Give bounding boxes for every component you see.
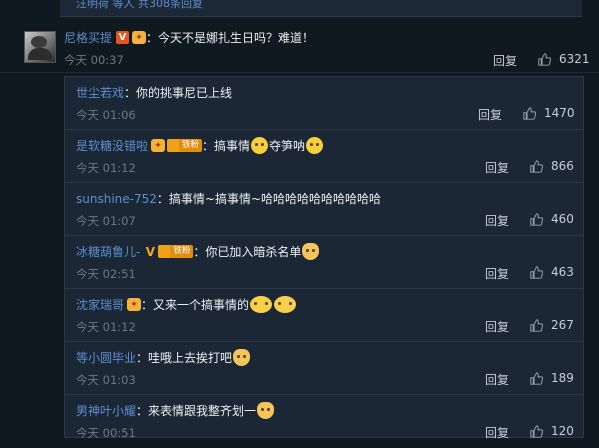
list-item: 是软糖没错啦 ✦ 铁粉 ：搞事情 夺笋呐 今天 01:12 回复 866 [65, 130, 583, 183]
reply-time: 今天 00:51 [76, 426, 136, 440]
verified-v-icon: V [145, 244, 155, 259]
medal-badge-icon: ✦ [127, 298, 142, 311]
cat-emoji-icon [257, 402, 275, 419]
previous-reply-summary: 汪明荷 等人 共308条回复 [60, 0, 582, 17]
like-count: 189 [551, 371, 574, 385]
thumbs-up-icon [530, 265, 543, 279]
cat-emoji-icon [302, 243, 320, 260]
list-item: 等小圆毕业 ：哇哦上去挨打吧 今天 01:03 回复 189 [65, 342, 583, 395]
reply-button[interactable]: 回复 [485, 159, 509, 176]
comment-time: 今天 00:37 [64, 53, 124, 67]
reply-username[interactable]: 是软糖没错啦 [76, 137, 148, 154]
like-button[interactable]: 1470 [523, 106, 575, 120]
like-button[interactable]: 6321 [538, 52, 590, 66]
thumbs-up-icon [530, 318, 543, 332]
like-count: 460 [551, 212, 574, 226]
reply-username[interactable]: 冰糖葫鲁儿- [76, 243, 140, 260]
reply-username[interactable]: sunshine-752 [76, 192, 157, 206]
reply-time: 今天 02:51 [76, 267, 136, 281]
medal-badge-icon: ✦ [151, 139, 166, 152]
like-count: 1470 [544, 106, 575, 120]
list-item: sunshine-752 ：搞事情~搞事情~哈哈哈哈哈哈哈哈哈哈 今天 01:0… [65, 183, 583, 236]
reply-text: ：你的挑事尼已上线 [124, 86, 233, 100]
reply-text: ：搞事情 [202, 139, 251, 153]
like-button[interactable]: 463 [530, 265, 574, 279]
comment-divider [0, 72, 599, 73]
like-count: 6321 [559, 52, 590, 66]
cat-emoji-icon [233, 349, 251, 366]
reply-button[interactable]: 回复 [485, 212, 509, 229]
main-comment-header: 尼格买提 V ✦ ：今天不是娜扎生日吗？难道！ [64, 29, 314, 46]
like-button[interactable]: 460 [530, 212, 574, 226]
medal-badge-icon: ✦ [132, 31, 147, 44]
grin-emoji-icon [251, 137, 269, 154]
thumbs-up-icon [530, 371, 543, 385]
thumbs-up-icon [523, 106, 536, 120]
reply-time: 今天 01:12 [76, 320, 136, 334]
glasses-emoji-icon [250, 296, 273, 313]
thumbs-up-icon [530, 212, 543, 226]
thumbs-up-icon [530, 424, 543, 438]
avatar[interactable] [24, 31, 56, 63]
reply-time: 今天 01:06 [76, 108, 136, 122]
reply-text: ：又来一个搞事情的 [141, 298, 250, 312]
like-count: 120 [551, 424, 574, 438]
list-item: 男神叶小耀 ：来表情跟我整齐划一 今天 00:51 回复 120 [65, 395, 583, 448]
like-button[interactable]: 866 [530, 159, 574, 173]
fan-badge: 铁粉 [167, 139, 203, 152]
reply-username[interactable]: 等小圆毕业 [76, 349, 136, 366]
fan-badge: 铁粉 [158, 245, 194, 258]
reply-time: 今天 01:07 [76, 214, 136, 228]
reply-button[interactable]: 回复 [485, 371, 509, 388]
reply-username[interactable]: 沈家瑞哥 [76, 296, 124, 313]
reply-summary-text[interactable]: 汪明荷 等人 共308条回复 [76, 0, 203, 11]
reply-button[interactable]: 回复 [485, 265, 509, 282]
thumbs-up-icon [538, 52, 551, 66]
like-count: 267 [551, 318, 574, 332]
reply-text: ：你已加入暗杀名单 [193, 245, 302, 259]
reply-text-2: 夺笋呐 [269, 139, 306, 153]
reply-button[interactable]: 回复 [493, 52, 517, 69]
reply-text: ：哇哦上去挨打吧 [136, 351, 233, 365]
like-button[interactable]: 267 [530, 318, 574, 332]
like-button[interactable]: 120 [530, 424, 574, 438]
like-count: 463 [551, 265, 574, 279]
grin-emoji-icon [306, 137, 324, 154]
reply-text: ：来表情跟我整齐划一 [136, 404, 257, 418]
list-item: 沈家瑞哥 ✦ ：又来一个搞事情的 今天 01:12 回复 267 [65, 289, 583, 342]
reply-time: 今天 01:12 [76, 161, 136, 175]
list-item: 世尘若戏 ：你的挑事尼已上线 今天 01:06 回复 1470 [65, 77, 583, 130]
reply-username[interactable]: 世尘若戏 [76, 84, 124, 101]
comment-text: ：今天不是娜扎生日吗？难道！ [146, 31, 315, 45]
thumbs-up-icon [530, 159, 543, 173]
comment-username[interactable]: 尼格买提 [64, 29, 112, 46]
list-item: 冰糖葫鲁儿- V 铁粉 ：你已加入暗杀名单 今天 02:51 回复 463 [65, 236, 583, 289]
reply-text: ：搞事情~搞事情~哈哈哈哈哈哈哈哈哈哈 [156, 192, 382, 206]
reply-button[interactable]: 回复 [485, 318, 509, 335]
reply-username[interactable]: 男神叶小耀 [76, 402, 136, 419]
like-button[interactable]: 189 [530, 371, 574, 385]
verified-v-icon: V [116, 31, 130, 44]
reply-list: 世尘若戏 ：你的挑事尼已上线 今天 01:06 回复 1470 是软糖没错啦 ✦… [64, 76, 584, 440]
reply-time: 今天 01:03 [76, 373, 136, 387]
like-count: 866 [551, 159, 574, 173]
reply-button[interactable]: 回复 [478, 106, 502, 123]
glasses-emoji-icon [274, 296, 297, 313]
